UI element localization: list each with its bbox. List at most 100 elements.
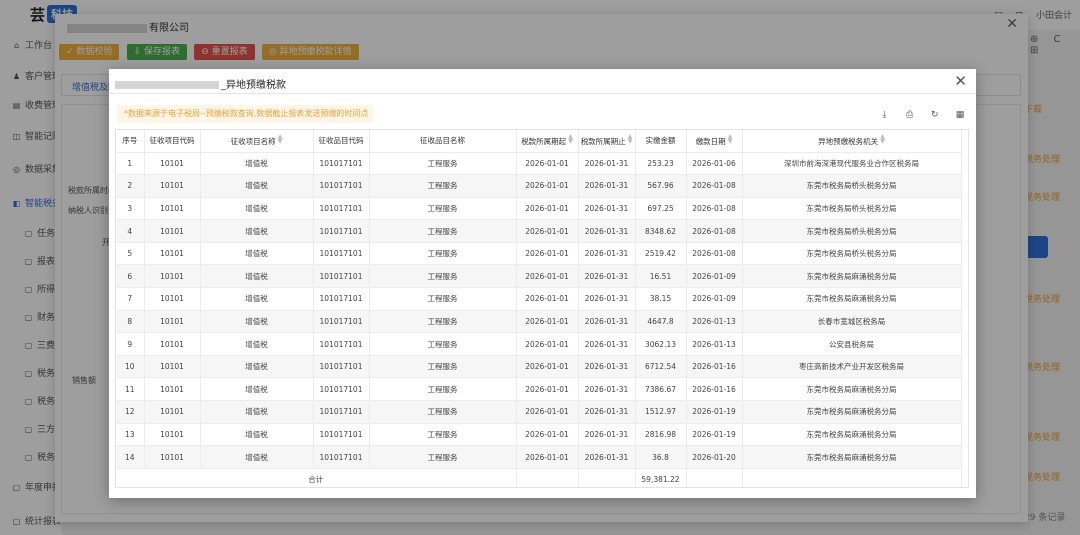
table-cell: 10	[116, 355, 145, 379]
table-row[interactable]: 14 10101 增值税 101017101 工程服务 2026-01-01 2026-01…	[116, 445, 962, 469]
table-cell: 10101	[144, 445, 201, 469]
table-cell: 7386.67	[635, 377, 687, 402]
sort-icon[interactable]: ▲ ▼	[568, 134, 573, 145]
table-row[interactable]: 13 10101 增值税 101017101 工程服务 2026-01-01 2026-01…	[116, 423, 962, 447]
table-cell: 工程服务	[369, 377, 517, 402]
table-cell: 增值税	[200, 377, 314, 402]
prepaid-tax-modal: _异地预缴税款 ✕ *数据来源于电子税局--预缴税款查询,数据截止报表发送预缴的…	[109, 69, 976, 498]
table-cell: 2026-01-13	[686, 310, 743, 334]
columns-icon[interactable]: ▦	[953, 108, 967, 122]
table-row[interactable]: 3 10101 增值税 101017101 工程服务 2026-01-01 2026-01-…	[116, 197, 962, 221]
table-cell: 长春市宽城区税务局	[742, 310, 962, 334]
column-header-label: 税款所属期起	[521, 137, 567, 147]
table-cell: 2026-01-09	[686, 287, 743, 311]
column-header[interactable]: 缴款日期▲ ▼	[686, 130, 743, 153]
sort-icon[interactable]: ▲ ▼	[628, 134, 633, 145]
table-row[interactable]: 5 10101 增值税 101017101 工程服务 2026-01-01 2026-01-…	[116, 242, 962, 266]
download-icon[interactable]: ⤓	[877, 108, 891, 122]
table-cell: 2026-01-01	[516, 287, 579, 311]
table-cell: 101017101	[313, 445, 370, 469]
table-cell: 2026-01-31	[578, 423, 636, 447]
table-cell: 增值税	[200, 423, 314, 447]
table-cell: 2026-01-31	[578, 400, 636, 424]
table-cell: 5	[116, 242, 145, 266]
table-cell: 2026-01-06	[686, 152, 743, 176]
column-header: 征收品目名称	[369, 130, 517, 153]
table-cell: 东莞市税务局桥头税务分局	[742, 219, 962, 243]
table-cell: 2026-01-31	[578, 445, 636, 469]
table-cell: 工程服务	[369, 174, 517, 198]
table-cell: 2026-01-31	[578, 332, 636, 356]
table-cell: 36.8	[635, 445, 687, 469]
table-cell: 101017101	[313, 310, 370, 334]
table-cell: 2026-01-08	[686, 242, 743, 266]
table-cell: 12	[116, 400, 145, 424]
column-header-label: 实缴金额	[645, 136, 676, 146]
table-cell: 工程服务	[369, 287, 517, 311]
table-cell: 增值税	[200, 400, 314, 424]
table-cell: 增值税	[200, 264, 314, 289]
table-cell: 工程服务	[369, 400, 517, 424]
table-cell: 增值税	[200, 152, 314, 176]
sort-icon[interactable]: ▲ ▼	[880, 134, 885, 145]
table-row[interactable]: 4 10101 增值税 101017101 工程服务 2026-01-01 2026-01-…	[116, 219, 962, 243]
table-row[interactable]: 1 10101 增值税 101017101 工程服务 2026-01-01 2026-01-…	[116, 152, 962, 176]
column-header-label: 征收品目名称	[420, 136, 465, 146]
table-cell: 工程服务	[369, 264, 517, 289]
column-header[interactable]: 异地预缴税务机关▲ ▼	[742, 130, 962, 153]
table-row[interactable]: 9 10101 增值税 101017101 工程服务 2026-01-01 2026-01-…	[116, 332, 962, 356]
prepaid-tax-modal-header: _异地预缴税款 ✕	[109, 69, 976, 94]
table-cell: 101017101	[313, 332, 370, 356]
refresh-icon[interactable]: ↻	[928, 108, 942, 122]
table-cell: 10101	[144, 423, 201, 447]
table-cell: 14	[116, 445, 145, 469]
prepaid-tax-modal-title: _异地预缴税款	[115, 76, 286, 91]
column-header[interactable]: 税款所属期起▲ ▼	[516, 130, 579, 153]
table-cell: 101017101	[313, 219, 370, 243]
table-row[interactable]: 6 10101 增值税 101017101 工程服务 2026-01-01 2026-01-…	[116, 264, 962, 289]
print-icon[interactable]: ⎙	[903, 108, 917, 122]
table-cell: 4647.8	[635, 310, 687, 334]
table-cell: 101017101	[313, 287, 370, 311]
column-header-label: 征收项目名称	[230, 137, 276, 147]
column-header-label: 序号	[122, 136, 138, 146]
table-cell: 16.51	[635, 264, 687, 289]
column-header-label: 税款所属期止	[580, 137, 626, 147]
table-row[interactable]: 11 10101 增值税 101017101 工程服务 2026-01-01 2026-01…	[116, 377, 962, 402]
empty-cell	[742, 468, 962, 487]
table-cell: 枣庄高新技术产业开发区税务局	[742, 355, 962, 379]
table-cell: 1	[116, 152, 145, 176]
table-row[interactable]: 8 10101 增值税 101017101 工程服务 2026-01-01 2026-01-…	[116, 310, 962, 334]
total-row: 合计 59,381.22	[116, 468, 962, 487]
table-cell: 10101	[144, 332, 201, 356]
table-row[interactable]: 10 10101 增值税 101017101 工程服务 2026-01-01 2026-01…	[116, 355, 962, 379]
table-cell: 101017101	[313, 242, 370, 266]
table-row[interactable]: 12 10101 增值税 101017101 工程服务 2026-01-01 2026-01…	[116, 400, 962, 424]
table-cell: 10101	[144, 264, 201, 289]
close-icon[interactable]: ✕	[954, 72, 967, 90]
table-cell: 6712.54	[635, 355, 687, 379]
table-cell: 工程服务	[369, 355, 517, 379]
sort-icon[interactable]: ▲ ▼	[278, 134, 283, 145]
table-cell: 101017101	[313, 264, 370, 289]
table-cell: 567.96	[635, 174, 687, 198]
table-row[interactable]: 2 10101 增值税 101017101 工程服务 2026-01-01 2026-01-…	[116, 174, 962, 198]
table-cell: 工程服务	[369, 242, 517, 266]
table-cell: 10101	[144, 310, 201, 334]
table-cell: 2026-01-13	[686, 332, 743, 356]
table-cell: 东莞市税务局麻涌税务分局	[742, 264, 962, 289]
column-header[interactable]: 征收项目名称▲ ▼	[200, 130, 314, 153]
table-row[interactable]: 7 10101 增值税 101017101 工程服务 2026-01-01 2026-01-…	[116, 287, 962, 311]
table-cell: 工程服务	[369, 423, 517, 447]
sort-icon[interactable]: ▲ ▼	[728, 134, 733, 145]
table-cell: 101017101	[313, 152, 370, 176]
table-cell: 13	[116, 423, 145, 447]
table-cell: 公安县税务局	[742, 332, 962, 356]
column-header[interactable]: 税款所属期止▲ ▼	[578, 130, 636, 153]
table-cell: 工程服务	[369, 219, 517, 243]
table-cell: 增值税	[200, 310, 314, 334]
table-cell: 东莞市税务局麻涌税务分局	[742, 287, 962, 311]
table-cell: 2026-01-19	[686, 400, 743, 424]
title-text: _异地预缴税款	[221, 80, 286, 91]
table-cell: 8	[116, 310, 145, 334]
